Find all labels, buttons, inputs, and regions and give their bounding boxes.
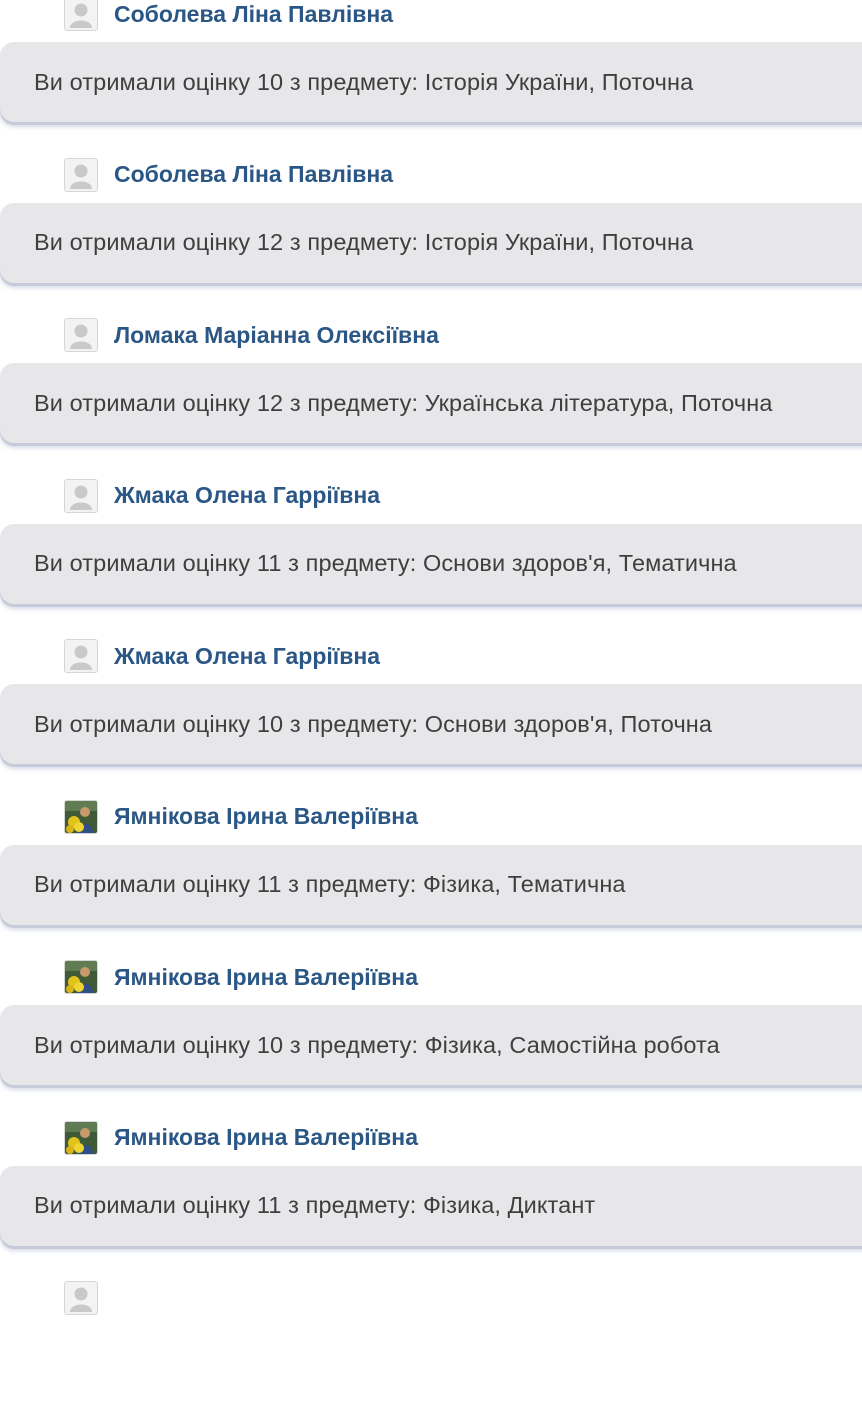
- message-bubble[interactable]: Ви отримали оцінку 10 з предмету: Історі…: [0, 42, 862, 122]
- notification-item: Ямнікова Ірина Валеріївна Ви отримали оц…: [0, 1106, 862, 1267]
- sender-row[interactable]: Ямнікова Ірина Валеріївна: [64, 959, 418, 995]
- sender-name[interactable]: Жмака Олена Гарріївна: [114, 482, 380, 509]
- sender-name[interactable]: Соболева Ліна Павлівна: [114, 161, 393, 188]
- default-user-icon: [64, 318, 98, 352]
- sender-name[interactable]: Ямнікова Ірина Валеріївна: [114, 803, 418, 830]
- message-bubble[interactable]: Ви отримали оцінку 10 з предмету: Фізика…: [0, 1005, 862, 1085]
- message-bubble[interactable]: Ви отримали оцінку 11 з предмету: Основи…: [0, 523, 862, 604]
- notification-item: Соболева Ліна Павлівна Ви отримали оцінк…: [0, 0, 862, 143]
- message-text: Ви отримали оцінку 10 з предмету: Основи…: [34, 710, 713, 737]
- notification-item-partial: [0, 1266, 862, 1427]
- sender-row[interactable]: Соболева Ліна Павлівна: [64, 0, 393, 32]
- message-bubble[interactable]: Ви отримали оцінку 12 з предмету: Історі…: [0, 202, 862, 283]
- notification-feed: Соболева Ліна Павлівна Ви отримали оцінк…: [0, 0, 862, 1427]
- message-bubble[interactable]: Ви отримали оцінку 12 з предмету: Україн…: [0, 363, 862, 443]
- message-bubble[interactable]: Ви отримали оцінку 11 з предмету: Фізика…: [0, 1165, 862, 1246]
- message-text: Ви отримали оцінку 12 з предмету: Історі…: [34, 229, 694, 255]
- default-user-icon: [64, 0, 98, 31]
- notification-item: Жмака Олена Гарріївна Ви отримали оцінку…: [0, 464, 862, 625]
- message-bubble[interactable]: Ви отримали оцінку 11 з предмету: Фізика…: [0, 844, 862, 925]
- sender-row[interactable]: Ломака Маріанна Олексіївна: [64, 317, 439, 353]
- message-bubble[interactable]: Ви отримали оцінку 10 з предмету: Основи…: [0, 684, 862, 764]
- sender-name[interactable]: Ямнікова Ірина Валеріївна: [114, 964, 418, 991]
- sender-name[interactable]: Ломака Маріанна Олексіївна: [114, 322, 439, 349]
- sender-name[interactable]: Жмака Олена Гарріївна: [114, 643, 380, 670]
- sender-name[interactable]: Ямнікова Ірина Валеріївна: [114, 1124, 418, 1151]
- user-photo-avatar: [64, 799, 98, 834]
- default-user-icon: [64, 639, 98, 673]
- notification-item: Ямнікова Ірина Валеріївна Ви отримали оц…: [0, 785, 862, 946]
- user-photo-avatar: [64, 960, 98, 994]
- default-user-icon: [64, 1281, 98, 1315]
- notification-item: Ямнікова Ірина Валеріївна Ви отримали оц…: [0, 945, 862, 1106]
- message-text: Ви отримали оцінку 10 з предмету: Фізика…: [34, 1031, 720, 1058]
- notification-item: Соболева Ліна Павлівна Ви отримали оцінк…: [0, 143, 862, 304]
- message-text: Ви отримали оцінку 11 з предмету: Основи…: [34, 550, 737, 576]
- sender-name[interactable]: Соболева Ліна Павлівна: [114, 1, 393, 28]
- message-text: Ви отримали оцінку 10 з предмету: Історі…: [34, 68, 694, 95]
- message-text: Ви отримали оцінку 11 з предмету: Фізика…: [34, 1192, 596, 1218]
- notification-item: Жмака Олена Гарріївна Ви отримали оцінку…: [0, 624, 862, 785]
- sender-row[interactable]: Жмака Олена Гарріївна: [64, 478, 380, 514]
- notification-item: Ломака Маріанна Олексіївна Ви отримали о…: [0, 303, 862, 464]
- default-user-icon: [64, 478, 98, 513]
- message-text: Ви отримали оцінку 11 з предмету: Фізика…: [34, 871, 626, 897]
- user-photo-avatar: [64, 1120, 98, 1155]
- default-user-icon: [64, 157, 98, 192]
- sender-row[interactable]: Ямнікова Ірина Валеріївна: [64, 1120, 418, 1156]
- sender-row[interactable]: [64, 1280, 98, 1316]
- sender-row[interactable]: Соболева Ліна Павлівна: [64, 157, 393, 193]
- sender-row[interactable]: Жмака Олена Гарріївна: [64, 638, 380, 674]
- message-text: Ви отримали оцінку 12 з предмету: Україн…: [34, 389, 773, 416]
- sender-row[interactable]: Ямнікова Ірина Валеріївна: [64, 799, 418, 835]
